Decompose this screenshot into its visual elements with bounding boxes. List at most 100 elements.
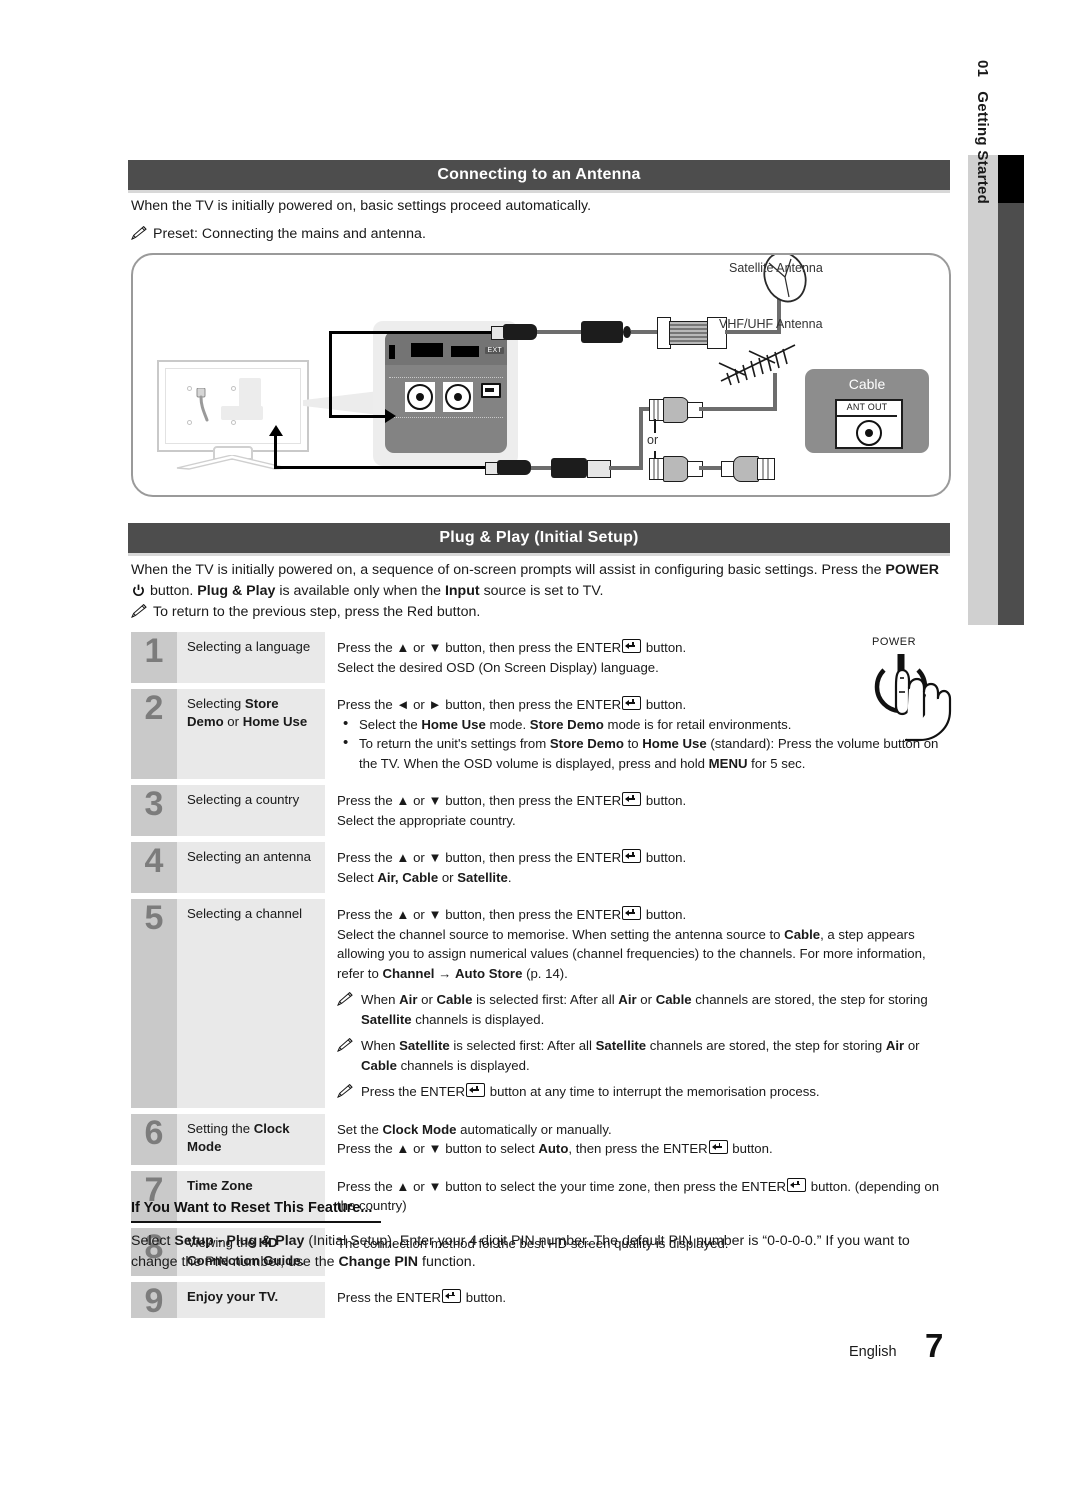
power-button-illustration: POWER <box>866 636 966 746</box>
power-illustration-label: POWER <box>872 636 917 648</box>
step-bullet-item: Select the Home Use mode. Store Demo mod… <box>337 714 949 735</box>
chapter-label: Getting Started <box>974 91 992 205</box>
plugplay-bold-plugplay: Plug & Play <box>197 583 276 599</box>
ext-port-label: EXT <box>485 347 504 354</box>
step-description: Press the ▲ or ▼ button, then press the … <box>325 785 949 836</box>
or-tick-top <box>654 419 656 433</box>
plugplay-intro-text: When the TV is initially powered on, a s… <box>131 560 941 602</box>
antenna-note-text: Preset: Connecting the mains and antenna… <box>153 226 426 242</box>
step-description-line: Press the ◄ or ► button, then press the … <box>337 696 687 712</box>
enter-key-icon <box>622 639 642 653</box>
step-bullet-item: To return the unit's settings from Store… <box>337 733 949 773</box>
arrow-into-jack-1 <box>385 409 396 423</box>
sat-cable-2 <box>631 330 659 334</box>
section-header-underline-2 <box>128 553 950 556</box>
arrow-into-jack-2 <box>269 425 283 436</box>
step-number: 3 <box>131 785 177 836</box>
step-note: When Air or Cable is selected first: Aft… <box>337 990 949 1029</box>
ant-cable-split-riser <box>639 407 643 470</box>
vhf-cable-run <box>699 407 777 411</box>
callout-wedge <box>303 391 379 415</box>
wire-jack2-horizontal <box>274 466 488 469</box>
sat-barrel-connector <box>581 321 623 343</box>
vhf-coax-connector <box>649 397 703 423</box>
plugplay-intro-part1: When the TV is initially powered on, a s… <box>131 562 882 578</box>
enter-key-icon <box>787 1177 807 1192</box>
manual-page: 01 Getting Started Connecting to an Ante… <box>0 0 1080 1494</box>
antenna-intro-text: When the TV is initially powered on, bas… <box>131 198 592 214</box>
step-description: Press the ENTER button. <box>325 1282 949 1318</box>
step-description: Press the ◄ or ► button, then press the … <box>325 689 949 779</box>
ant-cable-1 <box>531 466 551 470</box>
label-ant-out: ANT OUT <box>846 402 888 412</box>
step-row: 2 Selecting Store Demo or Home Use Press t… <box>131 689 949 779</box>
ant-plug-body <box>497 460 531 475</box>
enter-key-icon <box>622 849 642 863</box>
side-port-icon <box>481 383 501 398</box>
step-note: When Satellite is selected first: After … <box>337 1036 949 1075</box>
step-description: Press the ▲ or ▼ button, then press the … <box>325 632 949 683</box>
step-description: Press the ▲ or ▼ button to select the yo… <box>325 1171 949 1222</box>
step-label: Selecting a country <box>177 785 325 836</box>
power-symbol-icon <box>132 583 145 596</box>
sat-barrel-nut <box>623 326 631 338</box>
step-label: Selecting a language <box>177 632 325 683</box>
step-description-line: Press the ▲ or ▼ button, then press the … <box>337 792 687 808</box>
plugplay-note-text: To return to the previous step, press th… <box>153 604 481 620</box>
ant-cable-2 <box>609 466 643 470</box>
enter-key-icon <box>466 1083 486 1097</box>
step-description-line: Select the desired OSD (On Screen Displa… <box>337 659 659 675</box>
sat-cable-1 <box>537 330 581 334</box>
connector-panel: EXT <box>385 331 507 453</box>
label-satellite-antenna: Satellite Antenna <box>729 261 823 275</box>
sat-plug-body <box>503 324 537 340</box>
step-description-line: Press the ▲ or ▼ button to select the yo… <box>337 1177 940 1213</box>
reset-section-title: If You Want to Reset This Feature... <box>131 1200 373 1216</box>
step-number: 4 <box>131 842 177 893</box>
step-label: Enjoy your TV. <box>177 1281 325 1318</box>
step-number: 5 <box>131 899 177 1108</box>
enter-key-icon <box>622 696 642 710</box>
pencil-icon <box>337 1084 354 1098</box>
plugplay-intro-part3: is available only when the <box>279 583 441 599</box>
step-description-line: Press the ▲ or ▼ button to select Auto, … <box>337 1140 773 1156</box>
wire-satellite-vertical <box>329 331 332 417</box>
step-description-line: Select the channel source to memorise. W… <box>337 926 926 981</box>
step-number: 2 <box>131 689 177 779</box>
wire-to-jack-1 <box>329 415 387 418</box>
step-number: 6 <box>131 1113 177 1165</box>
tv-illustration <box>157 360 309 470</box>
antenna-connection-diagram: EXT Satellite Antenna VHF/UHF Antenna or… <box>131 253 951 497</box>
step-description-line: Select the appropriate country. <box>337 812 516 828</box>
chapter-marker-grey <box>998 203 1024 625</box>
step-description: Press the ▲ or ▼ button, then press the … <box>325 899 949 1108</box>
plugplay-intro-part2: button. <box>149 583 194 599</box>
chapter-tab: 01 Getting Started <box>968 60 998 625</box>
step-row: 3 Selecting a country Press the ▲ or ▼ but… <box>131 785 949 836</box>
section-header-underline <box>128 190 950 193</box>
pencil-icon <box>337 1038 354 1052</box>
step-description-line: Set the Clock Mode automatically or manu… <box>337 1121 612 1137</box>
step-description-line: Press the ENTER button. <box>337 1288 507 1305</box>
antenna-jack-2 <box>443 382 473 412</box>
pencil-icon <box>131 224 153 245</box>
step-description-line: Press the ▲ or ▼ button, then press the … <box>337 906 687 922</box>
step-bullet-list: Select the Home Use mode. Store Demo mod… <box>337 714 949 774</box>
wire-jack2-riser <box>274 435 277 469</box>
step-number: 1 <box>131 632 177 683</box>
step-note: Press the ENTER button at any time to in… <box>337 1082 949 1102</box>
section-header-antenna: Connecting to an Antenna <box>128 160 950 190</box>
enter-key-icon <box>708 1140 728 1154</box>
enter-key-icon <box>622 906 642 920</box>
ant-barrel-connector <box>551 458 587 478</box>
step-row: 5 Selecting a channel Press the ▲ or ▼ but… <box>131 899 949 1108</box>
chapter-number: 01 <box>974 60 992 78</box>
antenna-jack-1 <box>405 382 435 412</box>
step-description: Press the ▲ or ▼ button, then press the … <box>325 842 949 893</box>
pencil-icon <box>131 602 153 623</box>
wire-satellite-horizontal <box>329 331 491 334</box>
cable-coax-connector-left <box>649 456 703 482</box>
reset-title-underline <box>131 1221 381 1223</box>
step-row: 9 Enjoy your TV. Press the ENTER button. <box>131 1281 949 1318</box>
label-or: or <box>647 433 659 447</box>
